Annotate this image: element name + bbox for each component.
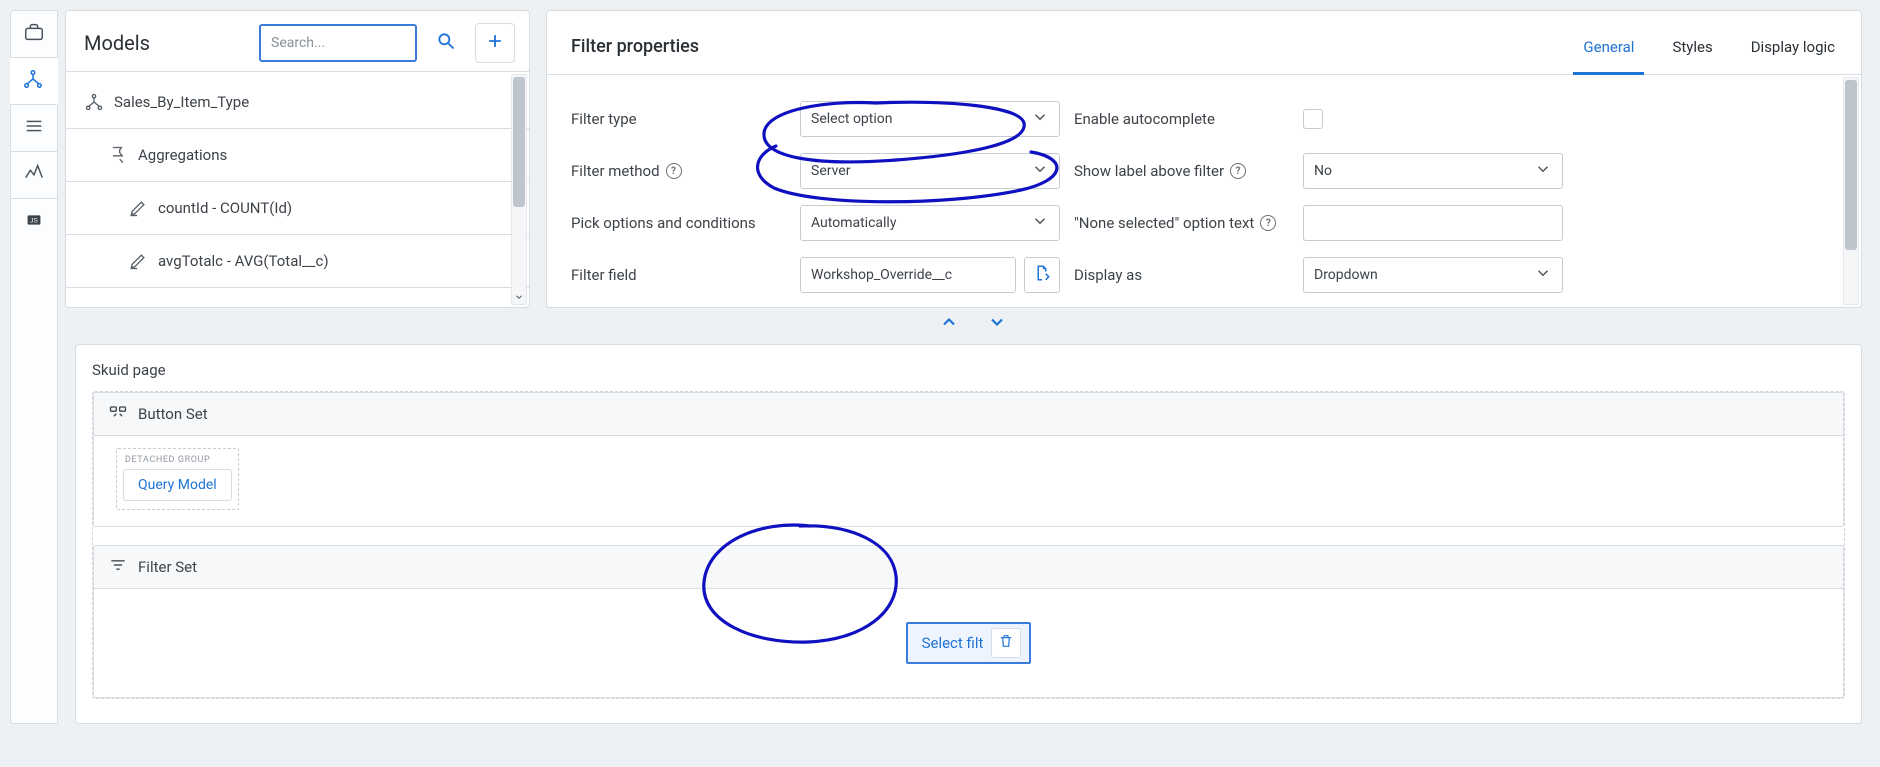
- plus-icon: [485, 31, 505, 55]
- filter-method-select[interactable]: Server: [800, 153, 1060, 189]
- rail-js-button[interactable]: JS: [11, 199, 57, 245]
- show-label-select[interactable]: No: [1303, 153, 1563, 189]
- enable-autocomplete-checkbox[interactable]: [1303, 109, 1323, 129]
- pencil-icon: [128, 198, 148, 218]
- label-filter-type: Filter type: [571, 110, 786, 128]
- display-as-value: Dropdown: [1314, 267, 1378, 283]
- models-title: Models: [84, 31, 150, 55]
- filter-set-label: Filter Set: [138, 558, 197, 576]
- help-icon[interactable]: ?: [666, 163, 682, 179]
- models-scrollbar[interactable]: [511, 74, 527, 305]
- tab-display-logic[interactable]: Display logic: [1749, 19, 1837, 74]
- chevron-down-icon: [1534, 264, 1552, 286]
- rail-list-button[interactable]: [11, 105, 57, 152]
- chevron-down-icon: [987, 312, 1007, 336]
- filter-chip-delete-button[interactable]: [991, 628, 1021, 658]
- chevron-down-icon: [1031, 212, 1049, 234]
- left-rail: JS: [10, 10, 58, 724]
- button-set-block[interactable]: Button Set DETACHED GROUP Query Model: [93, 392, 1844, 527]
- scroll-down-icon[interactable]: [512, 290, 526, 304]
- scrollbar-thumb[interactable]: [513, 77, 525, 207]
- preview-panel: Skuid page Button Set DETACHED GROUP: [75, 344, 1862, 724]
- properties-panel: Filter properties General Styles Display…: [546, 10, 1862, 308]
- tree-field-label: avgTotalc - AVG(Total__c): [158, 252, 329, 270]
- filter-set-block[interactable]: Filter Set Select filt: [93, 545, 1844, 698]
- properties-tabs: General Styles Display logic: [1581, 19, 1837, 74]
- none-selected-input[interactable]: [1303, 205, 1563, 241]
- chevron-down-icon: [1031, 160, 1049, 182]
- chevron-down-icon: [1534, 160, 1552, 182]
- search-placeholder: Search...: [271, 35, 325, 51]
- show-label-value: No: [1314, 163, 1332, 179]
- search-input[interactable]: Search...: [259, 24, 417, 62]
- filter-type-value: Select option: [811, 111, 893, 127]
- button-set-icon: [108, 402, 128, 426]
- tree-field-row[interactable]: countId - COUNT(Id): [66, 182, 529, 235]
- trash-icon: [998, 633, 1014, 653]
- detached-group-title: DETACHED GROUP: [123, 455, 232, 469]
- label-filter-method: Filter method ?: [571, 162, 786, 180]
- label-filter-field: Filter field: [571, 266, 786, 284]
- add-model-button[interactable]: [475, 23, 515, 63]
- label-none-selected: "None selected" option text ?: [1074, 214, 1289, 232]
- label-display-as: Display as: [1074, 266, 1289, 284]
- filter-method-value: Server: [811, 163, 850, 179]
- filter-set-icon: [108, 555, 128, 579]
- pick-options-select[interactable]: Automatically: [800, 205, 1060, 241]
- briefcase-icon: [23, 21, 45, 47]
- field-picker-icon: [1033, 264, 1051, 286]
- tree-model-row[interactable]: Sales_By_Item_Type: [66, 76, 529, 129]
- filter-chip[interactable]: Select filt: [906, 622, 1032, 664]
- preview-title: Skuid page: [92, 361, 1845, 379]
- models-tree: Sales_By_Item_Type Aggregations: [66, 71, 529, 307]
- models-panel: Models Search...: [65, 10, 530, 308]
- chevron-up-icon: [939, 312, 959, 336]
- help-icon[interactable]: ?: [1230, 163, 1246, 179]
- filter-field-input[interactable]: Workshop_Override__c: [800, 257, 1016, 293]
- properties-scrollbar[interactable]: [1843, 77, 1859, 305]
- js-icon: JS: [23, 209, 45, 235]
- rail-pages-button[interactable]: [11, 11, 57, 58]
- scrollbar-thumb[interactable]: [1845, 80, 1857, 250]
- detached-group[interactable]: DETACHED GROUP Query Model: [116, 448, 239, 510]
- tree-model-label: Sales_By_Item_Type: [114, 93, 249, 111]
- search-button[interactable]: [427, 24, 465, 62]
- panel-resize-handle[interactable]: [65, 312, 1880, 336]
- tree-field-label: countId - COUNT(Id): [158, 199, 292, 217]
- search-icon: [436, 31, 456, 55]
- tab-styles[interactable]: Styles: [1670, 19, 1714, 74]
- filter-chip-label: Select filt: [922, 634, 984, 652]
- rail-analytics-button[interactable]: [11, 152, 57, 199]
- filter-field-value: Workshop_Override__c: [811, 267, 952, 283]
- tree-aggregations-row[interactable]: Aggregations: [66, 129, 529, 182]
- label-show-label: Show label above filter ?: [1074, 162, 1289, 180]
- preview-canvas: Button Set DETACHED GROUP Query Model: [92, 391, 1845, 699]
- pencil-icon: [128, 251, 148, 271]
- chevron-down-icon: [1031, 108, 1049, 130]
- label-enable-autocomplete: Enable autocomplete: [1074, 110, 1289, 128]
- filter-type-select[interactable]: Select option: [800, 101, 1060, 137]
- model-icon: [84, 92, 104, 112]
- rail-models-button[interactable]: [10, 58, 58, 105]
- query-model-button[interactable]: Query Model: [123, 469, 232, 501]
- filter-field-picker-button[interactable]: [1024, 257, 1060, 293]
- properties-title: Filter properties: [571, 36, 699, 57]
- list-icon: [23, 115, 45, 141]
- display-as-select[interactable]: Dropdown: [1303, 257, 1563, 293]
- tree-agg-label: Aggregations: [138, 146, 227, 164]
- help-icon[interactable]: ?: [1260, 215, 1276, 231]
- svg-text:JS: JS: [30, 217, 37, 224]
- analytics-icon: [23, 162, 45, 188]
- button-set-label: Button Set: [138, 405, 208, 423]
- tree-field-row[interactable]: avgTotalc - AVG(Total__c): [66, 235, 529, 288]
- model-tree-icon: [22, 68, 44, 94]
- label-pick-options: Pick options and conditions: [571, 214, 786, 232]
- pick-options-value: Automatically: [811, 215, 896, 231]
- tab-general[interactable]: General: [1581, 19, 1636, 74]
- aggregation-icon: [108, 145, 128, 165]
